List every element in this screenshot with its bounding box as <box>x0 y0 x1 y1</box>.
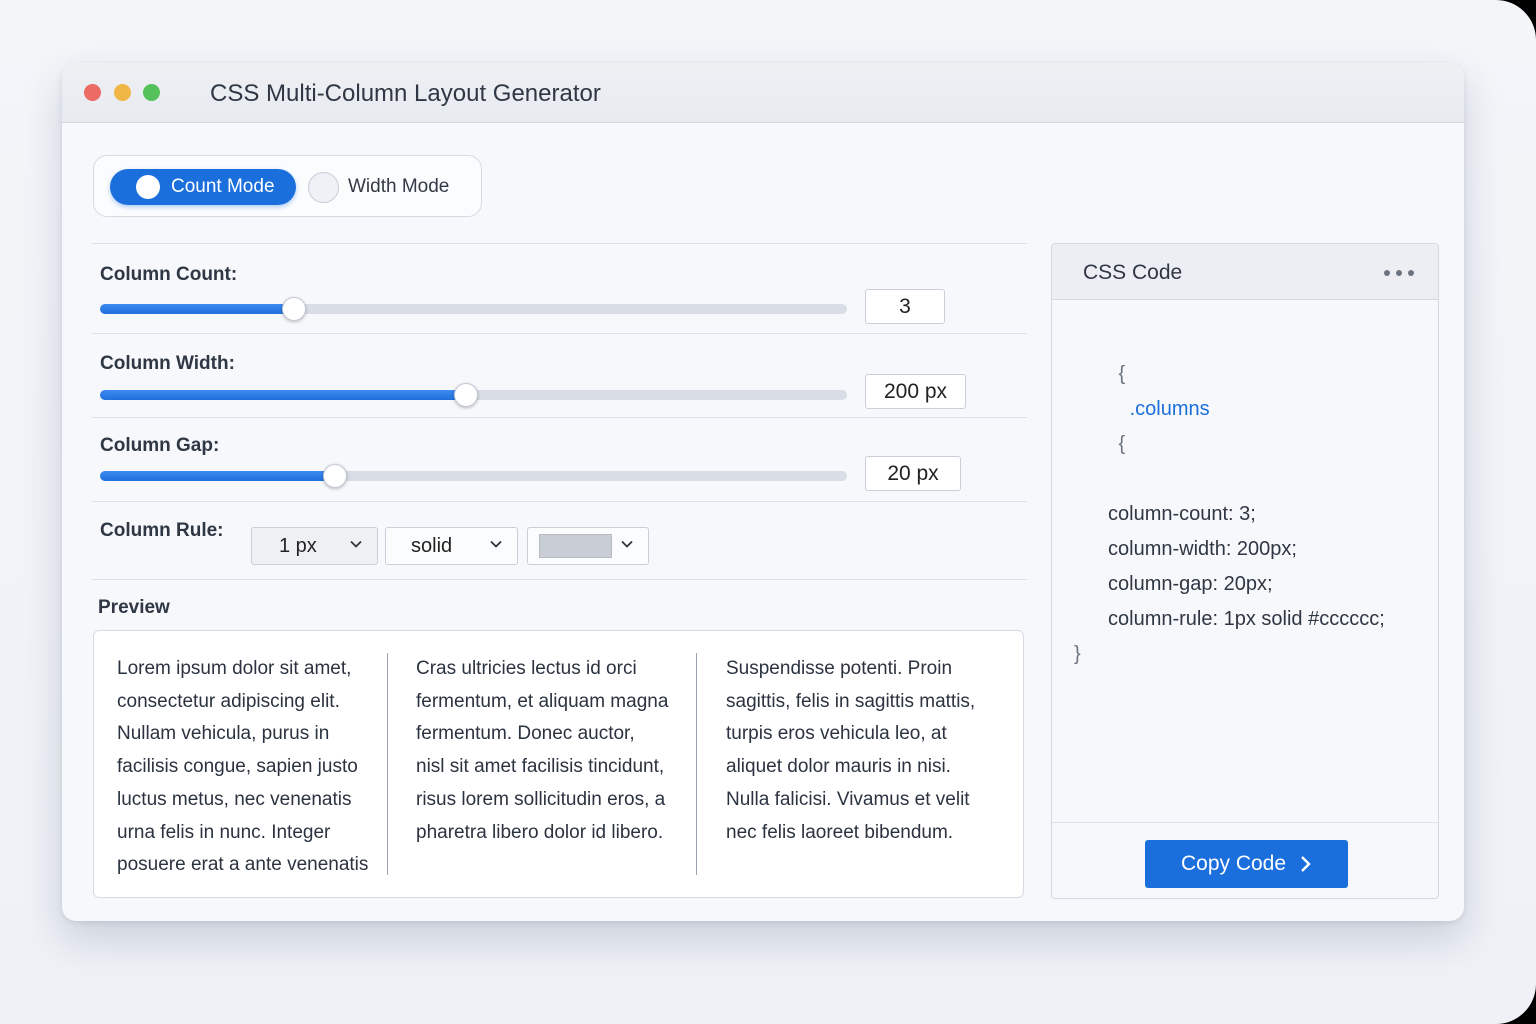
code-brace: } <box>1074 643 1081 665</box>
code-line: column-rule: 1px solid #cccccc; <box>1108 608 1385 630</box>
preview-line: fermentum, et aliquam magna <box>416 690 669 712</box>
width-mode-label: Width Mode <box>348 176 450 197</box>
rule-color-select[interactable] <box>527 527 649 565</box>
preview-line: nec felis laoreet bibendum. <box>726 821 954 843</box>
radio-unselected-icon <box>308 171 339 203</box>
preview-line: Cras ultricies lectus id orci <box>416 658 637 679</box>
code-selector: .columns <box>1129 398 1210 420</box>
css-code-block: { .columns { column-count: 3; column-wid… <box>1074 322 1385 672</box>
preview-line: aliquet dolor mauris in nisi. <box>726 756 951 778</box>
preview-heading: Preview <box>98 597 170 618</box>
preview-line: Nullam vehicula, purus in <box>117 723 330 745</box>
divider <box>92 417 1027 418</box>
copy-code-button[interactable]: Copy Code <box>1145 840 1348 888</box>
minimize-window-button[interactable] <box>114 84 131 101</box>
code-brace: { <box>1118 363 1126 385</box>
preview-line: turpis eros vehicula leo, at <box>726 723 947 745</box>
column-width-slider[interactable] <box>100 383 847 407</box>
preview-panel: Lorem ipsum dolor sit amet, consectetur … <box>93 630 1024 898</box>
divider <box>92 333 1027 334</box>
radio-selected-icon <box>136 175 160 199</box>
slider-fill <box>100 304 295 314</box>
preview-line: Lorem ipsum dolor sit amet, <box>117 658 352 679</box>
code-panel-title: CSS Code <box>1083 261 1183 284</box>
count-mode-label: Count Mode <box>171 176 275 197</box>
rule-style-select[interactable]: solid <box>385 527 518 565</box>
mode-toggle-group: Count Mode Width Mode <box>93 155 482 217</box>
code-brace: { <box>1118 433 1126 455</box>
column-gap-slider[interactable] <box>100 464 847 488</box>
app-window: CSS Multi-Column Layout Generator Count … <box>62 63 1464 921</box>
preview-line: fermentum. Donec auctor, <box>416 723 635 745</box>
code-line: column-width: 200px; <box>1108 538 1297 560</box>
preview-line: nisl sit amet facilisis tincidunt, <box>416 756 665 778</box>
divider <box>92 243 1027 244</box>
preview-column-3: Suspendisse potenti. Proin sagittis, fel… <box>726 653 975 849</box>
column-count-label: Column Count: <box>100 264 238 285</box>
code-panel-header: CSS Code <box>1052 244 1438 300</box>
slider-fill <box>100 390 467 400</box>
column-gap-input[interactable]: 20 px <box>865 456 961 491</box>
rule-color-swatch <box>539 534 612 558</box>
preview-line: consectetur adipiscing elit. <box>117 690 340 712</box>
code-line: column-gap: 20px; <box>1108 573 1273 595</box>
column-gap-label: Column Gap: <box>100 435 220 456</box>
preview-line: pharetra libero dolor id libero. <box>416 821 664 843</box>
rule-style-value: solid <box>411 534 453 557</box>
rule-width-select[interactable]: 1 px <box>251 527 378 565</box>
divider <box>92 579 1027 580</box>
chevron-down-icon <box>490 540 502 548</box>
ellipsis-icon[interactable] <box>1384 270 1414 276</box>
column-rule-label: Column Rule: <box>100 520 224 541</box>
column-rule-line <box>696 653 697 875</box>
column-width-input[interactable]: 200 px <box>865 374 966 409</box>
chevron-right-icon <box>1301 856 1311 872</box>
count-mode-button[interactable]: Count Mode <box>110 169 296 205</box>
column-width-label: Column Width: <box>100 353 235 374</box>
preview-line: sagittis, felis in sagittis mattis, <box>726 690 976 712</box>
column-rule-line <box>387 653 388 875</box>
preview-line: Nulla falicisi. Vivamus et velit <box>726 788 970 810</box>
chevron-down-icon <box>350 540 362 548</box>
window-title: CSS Multi-Column Layout Generator <box>210 80 601 107</box>
slider-thumb[interactable] <box>282 297 307 321</box>
preview-line: Suspendisse potenti. Proin <box>726 658 953 679</box>
code-panel-footer: Copy Code <box>1052 822 1438 898</box>
preview-line: risus lorem sollicitudin eros, a <box>416 788 666 810</box>
preview-column-1: Lorem ipsum dolor sit amet, consectetur … <box>117 653 368 882</box>
preview-line: urna felis in nunc. Integer <box>117 821 331 843</box>
css-code-panel: CSS Code { .columns { column-count: 3; c… <box>1051 243 1439 899</box>
title-bar: CSS Multi-Column Layout Generator <box>62 63 1464 123</box>
slider-fill <box>100 471 336 481</box>
rule-width-value: 1 px <box>279 534 317 557</box>
divider <box>92 501 1027 502</box>
copy-code-label: Copy Code <box>1180 852 1287 875</box>
slider-thumb[interactable] <box>323 464 348 488</box>
preview-line: luctus metus, nec venenatis <box>117 788 352 810</box>
column-count-slider[interactable] <box>100 297 847 321</box>
close-window-button[interactable] <box>84 84 101 101</box>
slider-thumb[interactable] <box>454 383 479 407</box>
column-count-input[interactable]: 3 <box>865 289 945 324</box>
width-mode-button[interactable]: Width Mode <box>308 169 468 205</box>
preview-column-2: Cras ultricies lectus id orci fermentum,… <box>416 653 668 849</box>
preview-line: facilisis congue, sapien justo <box>117 756 358 778</box>
preview-line: posuere erat a ante venenatis <box>117 854 369 876</box>
maximize-window-button[interactable] <box>143 84 160 101</box>
code-line: column-count: 3; <box>1108 503 1256 525</box>
chevron-down-icon <box>621 540 633 548</box>
